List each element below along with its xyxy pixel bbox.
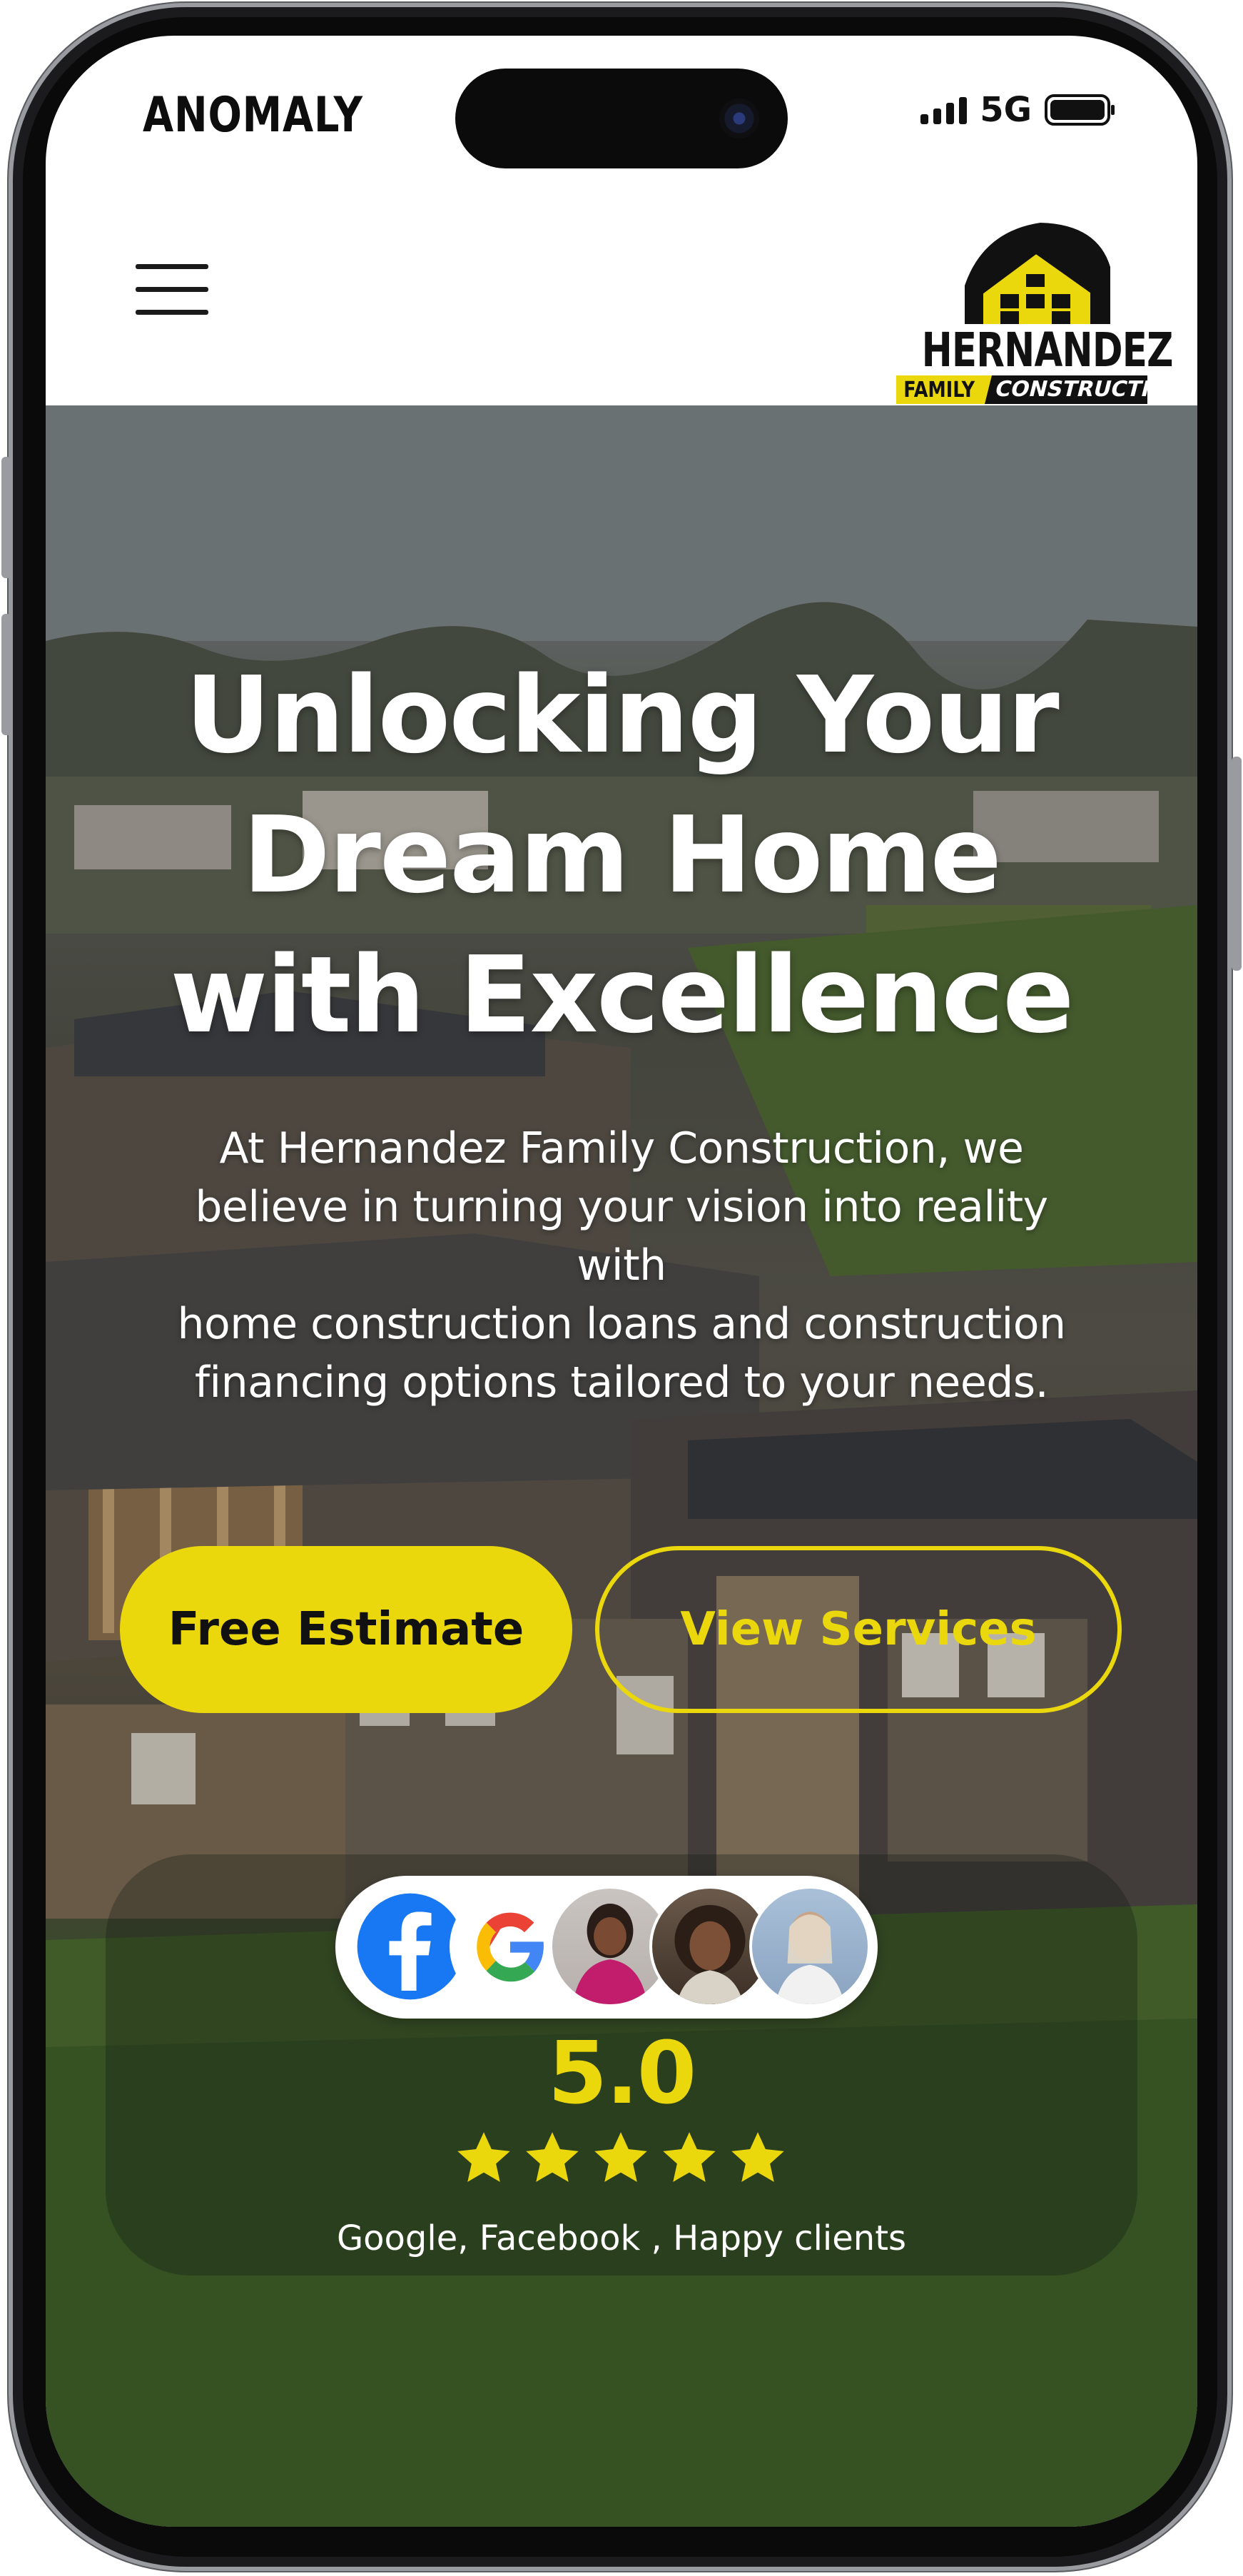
hamburger-menu-icon[interactable] <box>136 261 208 318</box>
view-services-button[interactable]: View Services <box>595 1546 1122 1713</box>
star-icon <box>728 2128 788 2188</box>
logo-tagline-family: FAMILY <box>903 377 975 403</box>
logo-tagline-construction: CONSTRUCTION <box>985 375 1147 404</box>
star-icon <box>454 2128 514 2188</box>
volume-down-button <box>1 614 11 735</box>
logo-tagline: FAMILY CONSTRUCTION <box>896 375 1147 404</box>
carrier-label: ANOMALY <box>143 87 363 143</box>
hero-subtitle-line-4: home construction loans and construction <box>177 1299 1066 1349</box>
dynamic-island <box>455 69 788 168</box>
screen: ANOMALY 5G HERNANDEZ FAMILY CONSTRUCTION <box>46 36 1197 2527</box>
review-sources: Google, Facebook , Happy clients <box>336 2218 907 2258</box>
volume-up-button <box>1 457 11 578</box>
logo-name: HERNANDEZ <box>921 323 1174 378</box>
status-indicators: 5G <box>920 90 1115 130</box>
hero-title-line-1: Unlocking Your <box>185 654 1059 777</box>
client-avatar-3 <box>749 1886 871 2007</box>
power-button <box>1232 757 1242 971</box>
house-logo-icon <box>965 223 1110 324</box>
hero-subtitle-line-1: At Hernandez Family Construction, we <box>219 1123 1024 1173</box>
rating-stars <box>454 2128 788 2188</box>
free-estimate-button[interactable]: Free Estimate <box>120 1546 572 1713</box>
hero-section: Unlocking Your Dream Home with Excellenc… <box>46 405 1197 2527</box>
hero-title-line-3: with Excellence <box>170 934 1074 1056</box>
hero-subtitle: At Hernandez Family Construction, we bel… <box>88 1119 1155 1412</box>
signal-icon <box>920 96 968 124</box>
hernandez-logo[interactable]: HERNANDEZ FAMILY CONSTRUCTION <box>893 217 1174 404</box>
star-icon <box>591 2128 651 2188</box>
hero-subtitle-line-3: with <box>577 1241 666 1290</box>
hero-subtitle-line-2: believe in turning your vision into real… <box>195 1182 1048 1232</box>
battery-icon <box>1045 94 1115 126</box>
review-avatars <box>335 1876 878 2019</box>
star-icon <box>522 2128 582 2188</box>
hero-title: Unlocking Your Dream Home with Excellenc… <box>46 645 1197 1065</box>
network-label: 5G <box>980 90 1032 130</box>
hero-subtitle-line-5: financing options tailored to your needs… <box>194 1358 1049 1408</box>
star-icon <box>659 2128 719 2188</box>
camera-icon <box>719 99 759 138</box>
rating-value: 5.0 <box>547 2024 697 2123</box>
hero-title-line-2: Dream Home <box>243 794 1002 916</box>
